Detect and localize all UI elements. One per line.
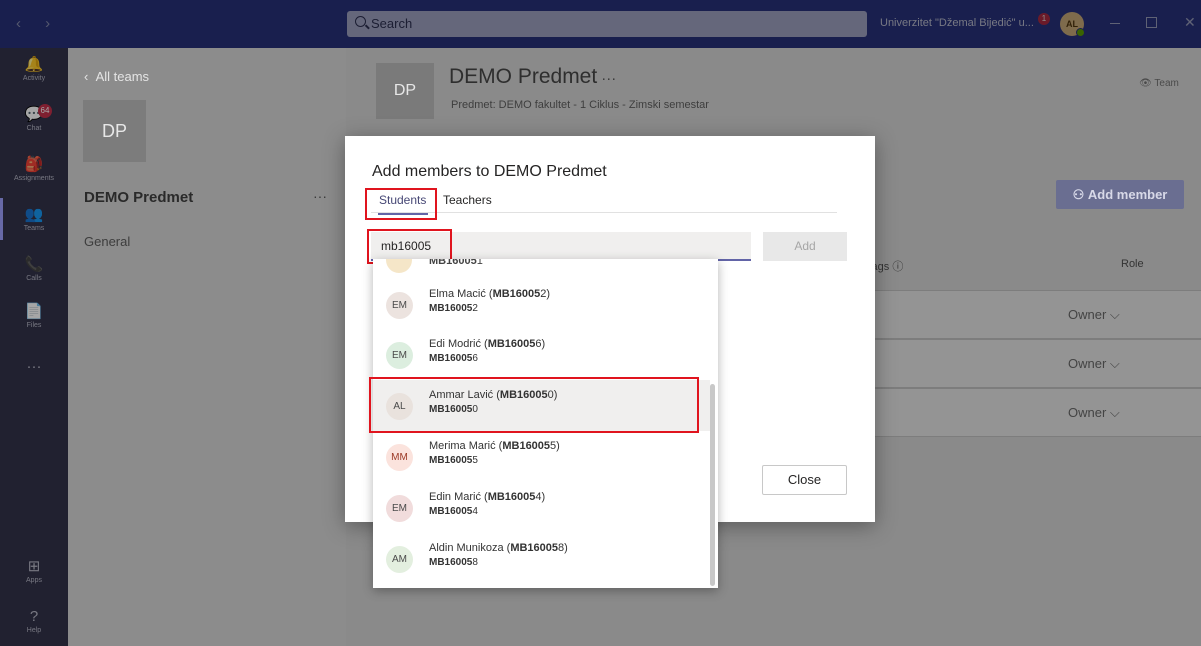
suggestion-item[interactable]: EM Elma Macić (MB160052) MB160052 (373, 279, 710, 330)
suggestion-name: Edin Marić (MB160054) (429, 491, 546, 503)
role-dropdown[interactable]: Owner ⌵ (1068, 356, 1120, 372)
info-icon: ⓘ (892, 261, 904, 273)
team-button-label: Team (1154, 78, 1179, 89)
app-rail: 🔔 Activity 💬 Chat 64 🎒 Assignments 👥 Tea… (0, 48, 68, 646)
team-title-more[interactable]: ··· (601, 70, 616, 87)
avatar: MM (386, 444, 413, 471)
dialog-title: Add members to DEMO Predmet (372, 163, 607, 180)
avatar: AM (386, 546, 413, 573)
modal-overlay (0, 48, 68, 646)
role-dropdown[interactable]: Owner ⌵ (1068, 307, 1120, 323)
all-teams-label: All teams (95, 69, 150, 84)
suggestion-name: Elma Macić (MB160052) (429, 288, 551, 300)
suggestion-item[interactable]: EM Edi Modrić (MB160056) MB160056 (373, 329, 710, 380)
role-dropdown[interactable]: Owner ⌵ (1068, 405, 1120, 421)
team-header-title: DEMO Predmet ··· (449, 65, 616, 89)
channel-general[interactable]: General (84, 234, 130, 249)
team-panel: ‹ All teams DP DEMO Predmet ··· General (68, 48, 346, 646)
highlight-box-selected-suggestion (369, 377, 699, 433)
suggestion-item[interactable]: MM Merima Marić (MB160055) MB160055 (373, 431, 710, 482)
team-header-avatar: DP (376, 63, 434, 119)
suggestion-id: MB160055 (429, 455, 478, 466)
suggestion-name: Merima Marić (MB160055) (429, 440, 560, 452)
role-header: Role (1121, 258, 1144, 270)
highlight-box-students (365, 188, 437, 220)
modal-overlay (0, 0, 1201, 48)
member-type-tabs: Students Teachers (371, 193, 837, 215)
team-more-options[interactable]: ··· (313, 188, 327, 204)
team-avatar: DP (83, 100, 146, 162)
suggestion-partial-id: MB160051 (429, 259, 483, 267)
suggestion-id: MB160056 (429, 353, 478, 364)
suggestion-id: MB160052 (429, 303, 478, 314)
team-header-subtitle: Predmet: DEMO fakultet - 1 Ciklus - Zims… (451, 99, 709, 111)
team-button[interactable]: 👁 Team (1134, 74, 1184, 94)
close-button[interactable]: Close (762, 465, 847, 495)
avatar: EM (386, 292, 413, 319)
suggestion-scrollbar[interactable] (710, 384, 715, 586)
add-member-label: Add member (1087, 187, 1168, 202)
suggestion-name: Aldin Munikoza (MB160058) (429, 542, 568, 554)
eye-icon: 👁 (1139, 78, 1152, 89)
suggestion-item[interactable]: AM Aldin Munikoza (MB160058) MB160058 (373, 533, 710, 584)
add-button[interactable]: Add (763, 232, 847, 261)
tab-teachers[interactable]: Teachers (443, 193, 492, 207)
team-title-text: DEMO Predmet (449, 65, 598, 88)
add-person-icon: ⚇ (1072, 187, 1085, 202)
chevron-down-icon: ⌵ (1109, 405, 1120, 420)
chevron-down-icon: ⌵ (1109, 307, 1120, 322)
avatar (386, 259, 412, 273)
suggestion-id: MB160054 (429, 506, 478, 517)
suggestion-item[interactable]: EM Edin Marić (MB160054) MB160054 (373, 482, 710, 533)
suggestion-name: Edi Modrić (MB160056) (429, 338, 546, 350)
all-teams-link[interactable]: ‹ All teams (84, 69, 149, 84)
title-bar: ‹ › Search Univerzitet "Džemal Bijedić" … (0, 0, 1201, 48)
chevron-down-icon: ⌵ (1109, 356, 1120, 371)
avatar: EM (386, 495, 413, 522)
team-name: DEMO Predmet (84, 189, 194, 206)
chevron-left-icon: ‹ (84, 69, 89, 84)
add-member-button[interactable]: ⚇ Add member (1056, 180, 1184, 209)
avatar: EM (386, 342, 413, 369)
suggestion-id: MB160058 (429, 557, 478, 568)
